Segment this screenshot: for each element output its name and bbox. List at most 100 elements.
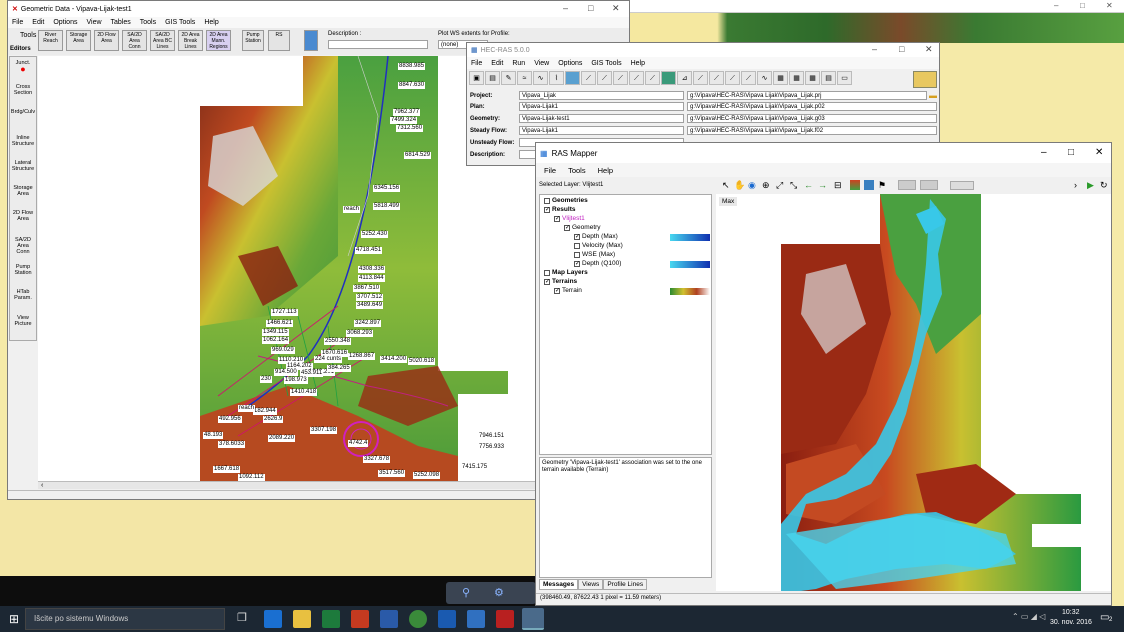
close-icon[interactable]: ✕ <box>1106 1 1113 10</box>
xs-label[interactable]: 6345.156 <box>373 185 401 192</box>
editor-cross-section[interactable]: Cross Section <box>10 84 36 96</box>
xs-label[interactable]: 182.944 <box>253 408 277 415</box>
checkbox[interactable] <box>574 251 580 258</box>
xs-label[interactable]: 7946.151 <box>478 433 506 440</box>
tab-profile-lines[interactable]: Profile Lines <box>603 579 648 590</box>
xs-label[interactable]: 3307.198 <box>310 427 338 434</box>
run-unsteady-icon[interactable]: ⟋ <box>597 71 612 85</box>
xs-label[interactable]: 7312.560 <box>396 125 424 132</box>
menu-gis-tools[interactable]: GIS Tools <box>591 60 621 67</box>
xs-label[interactable]: 2089.220 <box>268 435 296 442</box>
xs-label[interactable]: 3327.678 <box>363 456 391 463</box>
close-button[interactable]: ✕ <box>612 3 620 14</box>
open-icon[interactable]: ▣ <box>469 71 484 85</box>
xs-label[interactable]: 378.6033 <box>218 441 246 448</box>
clock-time[interactable]: 10:32 <box>1062 609 1080 616</box>
xs-label[interactable]: 3414.200 <box>380 356 408 363</box>
search-input[interactable]: Išcite po sistemu Windows <box>26 614 128 623</box>
editor-bridge-culvert[interactable]: Brdg/Culv <box>10 109 36 115</box>
close-button[interactable]: ✕ <box>925 44 933 55</box>
tree-geometry[interactable]: ✓ Geometry <box>564 224 601 231</box>
powerpoint-icon[interactable] <box>351 610 369 628</box>
profile-plot-icon[interactable]: ⟋ <box>693 71 708 85</box>
excel-icon[interactable] <box>322 610 340 628</box>
reach-label[interactable]: reach <box>343 206 361 213</box>
xs-label[interactable]: 198.973 <box>284 377 308 384</box>
tree-velocity-max[interactable]: Velocity (Max) <box>574 242 623 249</box>
menu-edit[interactable]: Edit <box>491 60 503 67</box>
storage-area-button[interactable]: Storage Area <box>66 30 91 51</box>
checkbox[interactable]: ✓ <box>554 215 560 222</box>
menu-gis-tools[interactable]: GIS Tools <box>165 19 195 26</box>
layer-icon[interactable] <box>864 180 874 190</box>
xs-label[interactable]: 3068.293 <box>346 330 374 337</box>
xs-label[interactable]: 384.265 <box>327 365 351 372</box>
general-plot-icon[interactable]: ⟋ <box>725 71 740 85</box>
checkbox[interactable]: ✓ <box>564 224 570 231</box>
xs-label[interactable]: 5020.618 <box>408 358 436 365</box>
menu-tools[interactable]: Tools <box>568 166 586 175</box>
menu-tables[interactable]: Tables <box>111 19 131 26</box>
run-sediment-icon[interactable]: ⟋ <box>629 71 644 85</box>
pan-icon[interactable]: ✋ <box>734 180 745 191</box>
2d-break-lines-button[interactable]: 2D Area Break Lines <box>178 30 203 51</box>
2d-flow-area-button[interactable]: 2D Flow Area <box>94 30 119 51</box>
next-profile-button[interactable] <box>920 180 938 190</box>
xs-label[interactable]: 7756.933 <box>478 444 506 451</box>
menu-view[interactable]: View <box>86 19 101 26</box>
folder-icon[interactable]: ▬ <box>929 91 937 100</box>
time-slider[interactable] <box>950 181 974 190</box>
xs-label[interactable]: 492.956 <box>218 416 242 423</box>
tab-messages[interactable]: Messages <box>539 579 579 590</box>
mail-icon[interactable] <box>467 610 485 628</box>
zoom-fit-icon[interactable]: ⤡ <box>790 180 797 191</box>
xs-label[interactable]: 1268.867 <box>348 353 376 360</box>
menu-file[interactable]: File <box>12 19 23 26</box>
editor-junction[interactable]: Junct. ● <box>10 60 36 74</box>
xs-label[interactable]: 4308.336 <box>358 266 386 273</box>
menu-help[interactable]: Help <box>204 19 218 26</box>
maximize-icon[interactable]: □ <box>1080 1 1085 10</box>
menu-file[interactable]: File <box>471 60 482 67</box>
animate-icon[interactable]: ⚑ <box>878 180 886 191</box>
xs-label[interactable]: 3517.560 <box>378 470 406 477</box>
xs-label[interactable]: 1349.115 <box>262 329 289 336</box>
xs-label[interactable]: 230 <box>260 376 273 383</box>
dss-viewer-icon[interactable]: ▤ <box>821 71 836 85</box>
xs-label[interactable]: 1062.164 <box>262 337 290 344</box>
acrobat-icon[interactable] <box>496 610 514 628</box>
maximize-button[interactable]: □ <box>899 44 904 54</box>
steady-flow-icon[interactable]: ≈ <box>517 71 532 85</box>
globe-icon[interactable]: ◉ <box>748 180 756 191</box>
tab-views[interactable]: Views <box>578 579 604 590</box>
terrain-profile-icon[interactable] <box>850 180 860 190</box>
menu-edit[interactable]: Edit <box>32 19 44 26</box>
play-icon[interactable]: ▶ <box>1087 180 1094 191</box>
xs-label[interactable]: 8847.630 <box>398 82 426 89</box>
river-reach-button[interactable]: River Reach <box>38 30 63 51</box>
xs-label[interactable]: 4718.451 <box>355 247 383 254</box>
unsteady-flow-icon[interactable]: ∿ <box>533 71 548 85</box>
menu-options[interactable]: Options <box>53 19 77 26</box>
xs-label[interactable]: 4113.844 <box>358 275 385 282</box>
xs-label[interactable]: 1410.418 <box>290 389 318 396</box>
menu-run[interactable]: Run <box>512 60 525 67</box>
maximize-button[interactable]: □ <box>588 3 593 13</box>
prev-profile-button[interactable] <box>898 180 916 190</box>
xs-label[interactable]: 914.500 <box>274 369 298 376</box>
cross-section-plot-icon[interactable]: ⊿ <box>677 71 692 85</box>
menu-view[interactable]: View <box>534 60 549 67</box>
checkbox[interactable]: ✓ <box>574 260 580 267</box>
xs-label[interactable]: 3489.649 <box>356 302 384 309</box>
word-icon[interactable] <box>380 610 398 628</box>
refresh-icon[interactable]: ↻ <box>1100 180 1108 191</box>
rs-button[interactable]: RS <box>268 30 290 51</box>
xs-label[interactable]: 3242.897 <box>354 320 382 327</box>
measure-icon[interactable]: ⊟ <box>834 180 842 191</box>
settings-icon[interactable]: ⚙ <box>494 586 504 599</box>
editor-pump-station[interactable]: Pump Station <box>10 264 36 276</box>
sa-2d-conn-button[interactable]: SA/2D Area Conn <box>122 30 147 51</box>
windows-start-icon[interactable]: ⊞ <box>9 612 19 626</box>
xyz-plot-icon[interactable]: ⟋ <box>741 71 756 85</box>
sa-2d-bc-lines-button[interactable]: SA/2D Area BC Lines <box>150 30 175 51</box>
